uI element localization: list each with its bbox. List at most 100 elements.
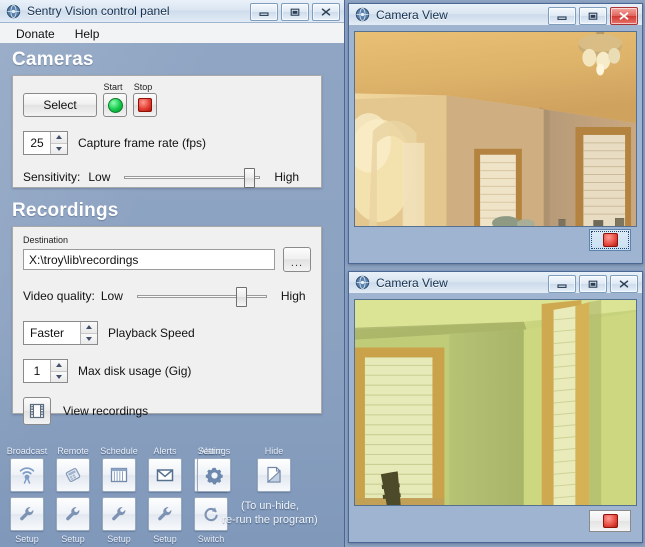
camera-window-1: Camera View (348, 3, 643, 264)
video-quality-thumb[interactable] (236, 287, 247, 307)
select-button[interactable]: Select (23, 93, 97, 117)
close-button[interactable] (312, 3, 340, 21)
globe-icon (355, 275, 370, 290)
main-titlebar[interactable]: Sentry Vision control panel (0, 0, 344, 23)
hide-note-line2: re-run the program) (196, 513, 344, 527)
menu-item-help[interactable]: Help (65, 25, 110, 43)
playback-speed-stepper[interactable]: Faster (23, 321, 98, 345)
frame-rate-down[interactable] (51, 144, 67, 155)
minimize-button[interactable] (548, 275, 576, 293)
camera2-titlebar[interactable]: Camera View (349, 272, 642, 294)
toolbar-col-hide: Hide (252, 445, 296, 492)
broadcast-caption: Broadcast (5, 445, 49, 457)
cameras-group: Start Stop Select 25 (12, 75, 322, 188)
remote-setup-button[interactable] (56, 497, 90, 531)
stop-button[interactable] (133, 93, 157, 117)
globe-icon (6, 4, 21, 19)
video-quality-label: Video quality: (23, 289, 95, 303)
frame-rate-arrows[interactable] (50, 132, 67, 154)
frame-rate-value[interactable]: 25 (24, 132, 50, 154)
sensitivity-track (124, 176, 260, 179)
start-button[interactable] (103, 93, 127, 117)
schedule-setup-button[interactable] (102, 497, 136, 531)
broadcast-setup-button[interactable] (10, 497, 44, 531)
alerts-setup-button[interactable] (148, 497, 182, 531)
bottom-toolbar: Broadcast Setup (0, 443, 344, 547)
max-disk-stepper[interactable]: 1 (23, 359, 68, 383)
maximize-button[interactable] (281, 3, 309, 21)
alerts-setup-caption: Setup (143, 533, 187, 545)
envelope-icon (154, 464, 176, 486)
toolbar-settings (192, 445, 236, 492)
camera1-controls-strip (354, 227, 637, 253)
chevron-down-icon (86, 337, 92, 341)
schedule-setup-caption: Setup (97, 533, 141, 545)
camera1-feed (354, 31, 637, 227)
toolbar-col-broadcast: Broadcast Setup (5, 445, 49, 545)
chevron-down-icon (56, 147, 62, 151)
wrench-icon (63, 504, 83, 524)
playback-speed-up[interactable] (81, 322, 97, 334)
settings-button[interactable] (197, 458, 231, 492)
max-disk-down[interactable] (51, 372, 67, 383)
camera1-titlebar[interactable]: Camera View (349, 4, 642, 26)
max-disk-value[interactable]: 1 (24, 360, 50, 382)
alerts-button[interactable] (148, 458, 182, 492)
minimize-button[interactable] (548, 7, 576, 25)
playback-speed-arrows[interactable] (80, 322, 97, 344)
camera1-record-button[interactable] (589, 229, 631, 251)
max-disk-up[interactable] (51, 360, 67, 372)
camera1-window-controls (548, 7, 638, 25)
hide-caption: Hide (252, 445, 296, 457)
minimize-button[interactable] (250, 3, 278, 21)
film-icon (28, 402, 46, 420)
broadcast-button[interactable] (10, 458, 44, 492)
main-window-controls (250, 3, 340, 21)
chevron-down-icon (56, 375, 62, 379)
panel-body: Cameras Start Stop Select (0, 43, 344, 547)
sensitivity-low-label: Low (88, 170, 110, 184)
chevron-up-icon (56, 363, 62, 367)
hide-page-icon (263, 464, 285, 486)
sensitivity-slider[interactable] (124, 168, 260, 186)
frame-rate-up[interactable] (51, 132, 67, 144)
close-button[interactable] (610, 275, 638, 293)
wrench-icon (17, 504, 37, 524)
stop-square-icon (138, 98, 152, 112)
video-quality-track (137, 295, 267, 298)
maximize-button[interactable] (579, 7, 607, 25)
alerts-caption: Alerts (143, 445, 187, 457)
broadcast-setup-caption: Setup (5, 533, 49, 545)
main-window: Sentry Vision control panel Donate Help (0, 0, 345, 547)
remote-button[interactable] (56, 458, 90, 492)
globe-icon (355, 7, 370, 22)
video-quality-slider[interactable] (137, 287, 267, 305)
camera1-title: Camera View (376, 8, 448, 22)
broadcast-icon (16, 464, 38, 486)
schedule-icon (108, 464, 130, 486)
maximize-button[interactable] (579, 275, 607, 293)
view-recordings-button[interactable] (23, 397, 51, 425)
max-disk-arrows[interactable] (50, 360, 67, 382)
hide-note: (To un-hide, re-run the program) (196, 499, 344, 527)
schedule-button[interactable] (102, 458, 136, 492)
camera1-body (349, 26, 642, 258)
sensitivity-thumb[interactable] (244, 168, 255, 188)
alarm-switch-caption: Switch (189, 533, 233, 545)
playback-speed-down[interactable] (81, 334, 97, 345)
camera2-record-button[interactable] (589, 510, 631, 532)
camera2-title: Camera View (376, 276, 448, 290)
close-button[interactable] (610, 7, 638, 25)
playback-speed-label: Playback Speed (108, 326, 195, 340)
frame-rate-stepper[interactable]: 25 (23, 131, 68, 155)
hide-button[interactable] (257, 458, 291, 492)
destination-input[interactable]: X:\troy\lib\recordings (23, 249, 275, 270)
remote-setup-caption: Setup (51, 533, 95, 545)
destination-label: Destination (23, 235, 311, 245)
playback-speed-value[interactable]: Faster (24, 322, 80, 344)
camera2-body (349, 294, 642, 541)
wrench-icon (109, 504, 129, 524)
browse-button[interactable]: ... (283, 247, 311, 272)
gear-icon (204, 465, 225, 486)
menu-item-donate[interactable]: Donate (6, 25, 65, 43)
